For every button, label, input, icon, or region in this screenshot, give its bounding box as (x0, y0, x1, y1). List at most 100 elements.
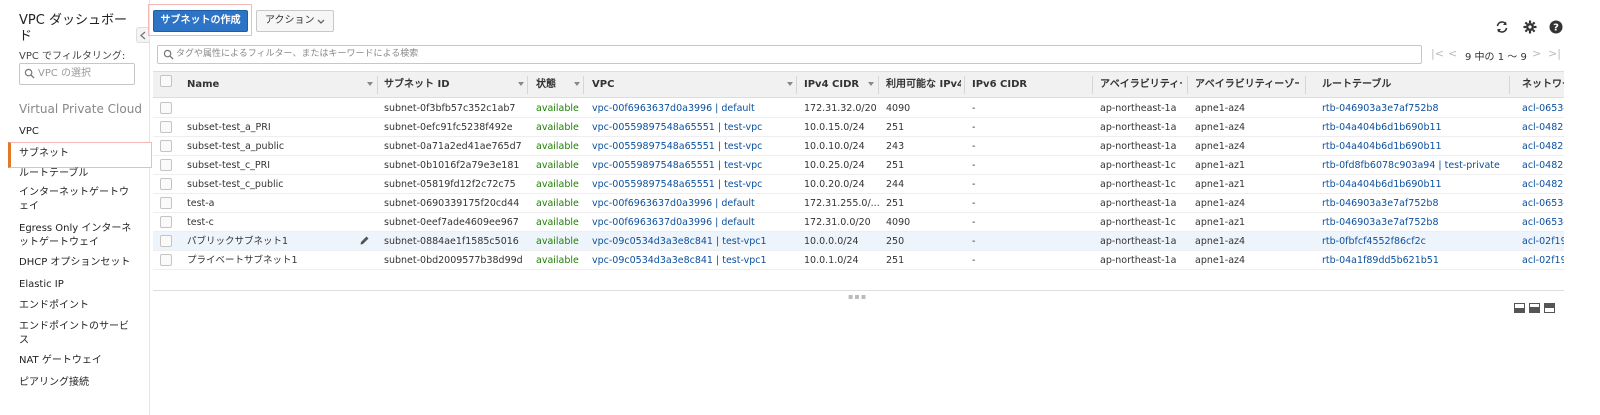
layout-top-panel-icon[interactable] (1544, 303, 1555, 313)
column-divider[interactable] (796, 76, 797, 94)
sidebar-item-endpoints[interactable]: エンドポイント (19, 299, 137, 313)
sidebar-item-elastic-ip[interactable]: Elastic IP (19, 278, 137, 292)
sidebar-item-vpc[interactable]: VPC (19, 125, 137, 139)
sort-icon[interactable] (574, 82, 580, 86)
row-checkbox[interactable] (160, 178, 172, 190)
column-header-availability-zone[interactable]: アベイラビリティー (1100, 72, 1182, 98)
create-subnet-button[interactable]: サブネットの作成 (153, 10, 248, 32)
sidebar-item-subnets[interactable]: サブネット (19, 147, 137, 161)
cell-network-acl-link[interactable]: acl-02f19 (1522, 232, 1564, 251)
row-checkbox[interactable] (160, 235, 172, 247)
sidebar-item-peering[interactable]: ピアリング接続 (19, 376, 137, 390)
cell-vpc-link[interactable]: vpc-09c0534d3a3e8c841 | test-vpc1 (592, 251, 767, 270)
cell-vpc-link[interactable]: vpc-09c0534d3a3e8c841 | test-vpc1 (592, 232, 767, 251)
cell-vpc-link[interactable]: vpc-00559897548a65551 | test-vpc (592, 137, 762, 156)
cell-network-acl-link[interactable]: acl-0482 (1522, 175, 1563, 194)
sort-icon[interactable] (787, 82, 793, 86)
column-divider[interactable] (964, 76, 965, 94)
refresh-icon[interactable] (1495, 20, 1509, 34)
cell-route-table-link[interactable]: rtb-04a404b6d1b690b11 (1322, 175, 1442, 194)
sort-icon[interactable] (868, 82, 874, 86)
cell-vpc-link[interactable]: vpc-00559897548a65551 | test-vpc (592, 118, 762, 137)
table-row[interactable]: subnet-0f3bfb57c352c1ab7 available vpc-0… (153, 99, 1564, 118)
row-checkbox[interactable] (160, 159, 172, 171)
cell-route-table-link[interactable]: rtb-0fd8fb6078c903a94 | test-private (1322, 156, 1500, 175)
cell-network-acl-link[interactable]: acl-0482 (1522, 137, 1563, 156)
column-header-subnet-id[interactable]: サブネット ID (384, 72, 450, 98)
column-header-ipv6-cidr[interactable]: IPv6 CIDR (972, 72, 1027, 98)
actions-dropdown[interactable]: アクション (256, 10, 334, 32)
edit-pencil-icon[interactable] (359, 235, 370, 246)
sidebar-item-egress-only-igw[interactable]: Egress Only インターネットゲートウェイ (19, 222, 137, 250)
row-checkbox[interactable] (160, 140, 172, 152)
select-all-checkbox[interactable] (160, 75, 172, 87)
row-checkbox[interactable] (160, 102, 172, 114)
last-page-icon[interactable]: >| (1548, 47, 1561, 60)
cell-network-acl-link[interactable]: acl-0653e (1522, 213, 1564, 232)
help-icon[interactable]: ? (1549, 20, 1563, 34)
column-header-network-acl[interactable]: ネットワーク (1522, 72, 1564, 98)
column-divider[interactable] (1187, 76, 1188, 94)
table-row[interactable]: subset-test_a_public subnet-0a71a2ed41ae… (153, 137, 1564, 156)
column-header-availability-zone-id[interactable]: アベイラビリティーゾーン (1195, 72, 1299, 98)
row-checkbox[interactable] (160, 216, 172, 228)
column-header-ipv4-cidr[interactable]: IPv4 CIDR (804, 72, 859, 98)
cell-route-table-link[interactable]: rtb-046903a3e7af752b8 (1322, 213, 1438, 232)
gear-icon[interactable] (1523, 20, 1537, 34)
vpc-select[interactable]: VPC の選択 (19, 63, 135, 85)
sidebar-item-nat-gateways[interactable]: NAT ゲートウェイ (19, 354, 137, 368)
cell-route-table-link[interactable]: rtb-04a1f89dd5b621b51 (1322, 251, 1439, 270)
sidebar-item-endpoint-services[interactable]: エンドポイントのサービス (19, 320, 137, 348)
table-row[interactable]: subset-test_a_PRI subnet-0efc91fc5238f49… (153, 118, 1564, 137)
cell-route-table-link[interactable]: rtb-046903a3e7af752b8 (1322, 194, 1438, 213)
column-header-state[interactable]: 状態 (536, 72, 556, 98)
first-page-icon[interactable]: |< (1431, 47, 1444, 60)
column-divider[interactable] (878, 76, 879, 94)
cell-route-table-link[interactable]: rtb-046903a3e7af752b8 (1322, 99, 1438, 118)
filter-search-input[interactable]: タグや属性によるフィルター、またはキーワードによる検索 (157, 45, 1422, 64)
cell-route-table-link[interactable]: rtb-04a404b6d1b690b11 (1322, 137, 1442, 156)
column-header-available-ipv4[interactable]: 利用可能な IPv4 (886, 72, 961, 98)
table-row[interactable]: test-c subnet-0eef7ade4609ee967 availabl… (153, 213, 1564, 232)
column-divider[interactable] (1509, 76, 1510, 94)
cell-network-acl-link[interactable]: acl-0482 (1522, 118, 1563, 137)
layout-split-panel-icon[interactable] (1529, 303, 1540, 313)
cell-network-acl-link[interactable]: acl-0653e (1522, 99, 1564, 118)
table-row[interactable]: プライベートサブネット1 subnet-0bd2009577b38d99d av… (153, 251, 1564, 270)
column-divider[interactable] (1092, 76, 1093, 94)
sidebar-item-internet-gateways[interactable]: インターネットゲートウェイ (19, 186, 137, 214)
sidebar-item-route-tables[interactable]: ルートテーブル (19, 167, 137, 181)
panel-resize-divider[interactable] (153, 290, 1564, 291)
column-header-route-table[interactable]: ルートテーブル (1322, 72, 1391, 98)
next-page-icon[interactable]: > (1532, 47, 1541, 60)
cell-vpc-link[interactable]: vpc-00f6963637d0a3996 | default (592, 194, 755, 213)
row-checkbox[interactable] (160, 121, 172, 133)
column-divider[interactable] (377, 76, 378, 94)
cell-vpc-link[interactable]: vpc-00f6963637d0a3996 | default (592, 99, 755, 118)
cell-vpc-link[interactable]: vpc-00f6963637d0a3996 | default (592, 213, 755, 232)
cell-vpc-link[interactable]: vpc-00559897548a65551 | test-vpc (592, 175, 762, 194)
column-header-vpc[interactable]: VPC (592, 72, 614, 98)
cell-route-table-link[interactable]: rtb-0fbfcf4552f86cf2c (1322, 232, 1426, 251)
row-checkbox[interactable] (160, 197, 172, 209)
column-divider[interactable] (527, 76, 528, 94)
table-row[interactable]: subset-test_c_public subnet-05819fd12f2c… (153, 175, 1564, 194)
table-row[interactable]: subset-test_c_PRI subnet-0b1016f2a79e3e1… (153, 156, 1564, 175)
cell-network-acl-link[interactable]: acl-02f19 (1522, 251, 1564, 270)
sidebar-title[interactable]: VPC ダッシュボード (19, 13, 139, 45)
column-divider[interactable] (583, 76, 584, 94)
cell-vpc-link[interactable]: vpc-00559897548a65551 | test-vpc (592, 156, 762, 175)
table-row-hovered[interactable]: パブリックサブネット1 subnet-0884ae1f1585c5016 ava… (153, 232, 1564, 251)
resize-grip-icon[interactable]: ▪▪▪ (848, 292, 867, 301)
layout-bottom-panel-icon[interactable] (1514, 303, 1525, 313)
column-header-name[interactable]: Name (187, 72, 219, 98)
prev-page-icon[interactable]: < (1448, 47, 1457, 60)
cell-network-acl-link[interactable]: acl-0653e (1522, 194, 1564, 213)
cell-network-acl-link[interactable]: acl-0482 (1522, 156, 1563, 175)
sidebar-item-dhcp-options[interactable]: DHCP オプションセット (19, 256, 137, 270)
table-row[interactable]: test-a subnet-0690339175f20cd44 availabl… (153, 194, 1564, 213)
sort-icon[interactable] (518, 82, 524, 86)
sort-icon[interactable] (367, 82, 373, 86)
column-divider[interactable] (1305, 76, 1306, 94)
cell-route-table-link[interactable]: rtb-04a404b6d1b690b11 (1322, 118, 1442, 137)
